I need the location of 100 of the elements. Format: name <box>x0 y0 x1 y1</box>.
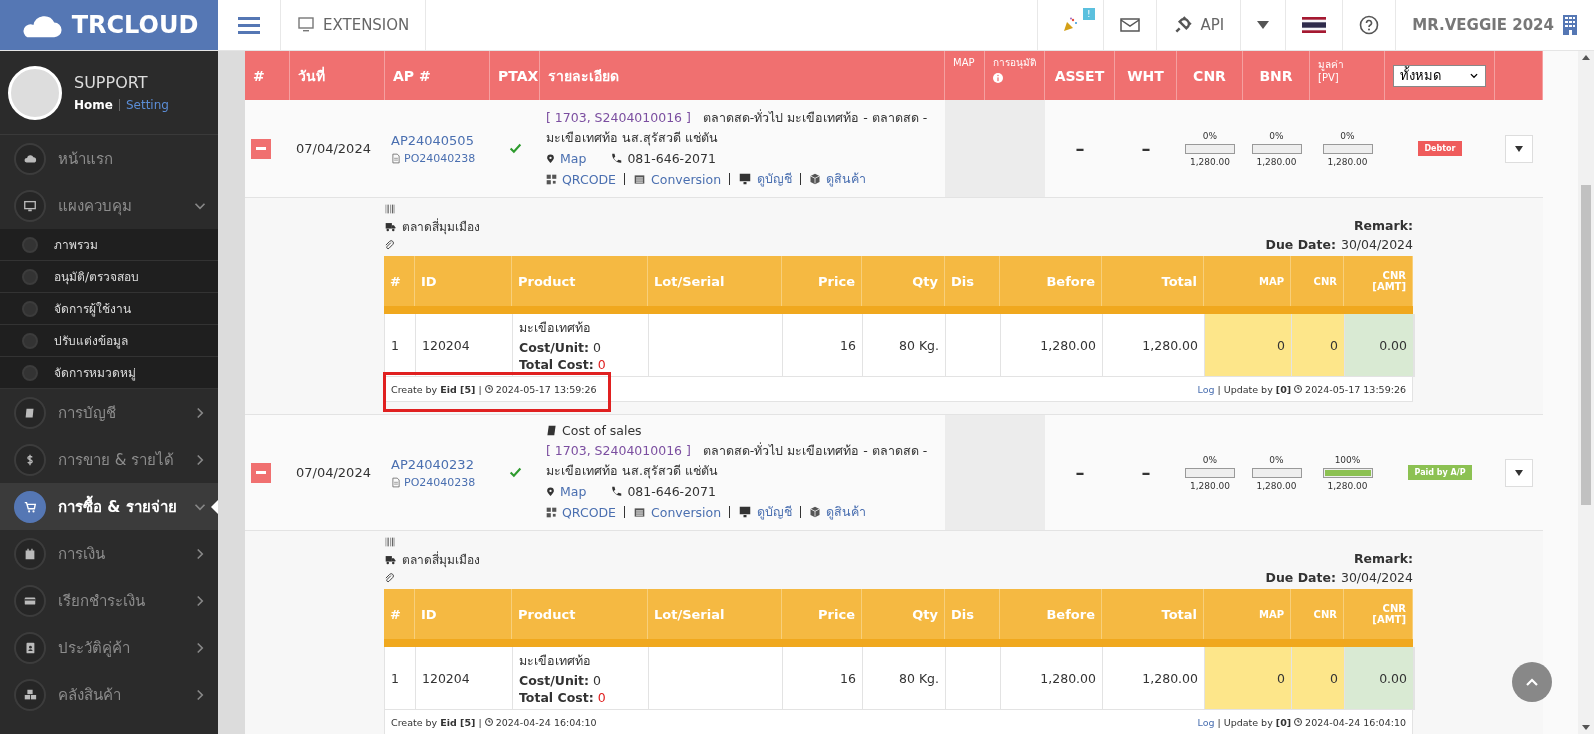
extension-button[interactable]: EXTENSION <box>281 0 427 50</box>
po-link[interactable]: PO24040238 <box>404 151 476 165</box>
submenu-item[interactable]: อนุมัติ/ตรวจสอบ <box>0 261 218 293</box>
menu-item[interactable]: การบัญชี <box>0 389 218 436</box>
column-header: BNR <box>1259 67 1293 84</box>
clock-icon <box>1294 718 1303 726</box>
cost-unit-text: Cost/Unit: 0 <box>519 340 601 355</box>
check-icon <box>508 466 522 479</box>
table-cell: 80 Kg. <box>899 337 939 353</box>
action-link[interactable]: Conversion <box>651 171 722 187</box>
caret-down-icon <box>1582 725 1590 730</box>
column-header: มูลค่า [PV] <box>1318 58 1345 83</box>
api-button[interactable]: API <box>1156 0 1242 50</box>
table-cell: 0 <box>1330 670 1338 686</box>
total-cost-text: Total Cost: 0 <box>519 357 606 372</box>
logo[interactable]: TRCLOUD <box>0 0 218 50</box>
table-cell: 1,280.00 <box>1040 670 1096 686</box>
amount-text: 1,280.00 <box>1256 480 1297 491</box>
table-cell: 120204 <box>422 670 470 686</box>
submenu-item[interactable]: จัดการหมวดหมู่ <box>0 357 218 389</box>
submenu-item[interactable]: จัดการผู้ใช้งาน <box>0 293 218 325</box>
amount-text: 1,280.00 <box>1327 480 1368 491</box>
product-name: มะเขือเทศท้อ <box>519 652 591 670</box>
column-header: CNR <box>1193 67 1226 84</box>
column-header: Product <box>518 273 576 289</box>
bullet-icon <box>22 300 38 317</box>
profile-link[interactable]: Home <box>74 98 113 112</box>
wht-value: – <box>1141 138 1151 159</box>
submenu-item[interactable]: ปรับแต่งข้อมูล <box>0 325 218 357</box>
caret-down-icon <box>1515 469 1523 476</box>
menu-item[interactable]: การเงิน <box>0 530 218 577</box>
updated-by-text: | Update by [0] <box>1217 383 1292 395</box>
action-link[interactable]: QRCODE <box>562 504 616 520</box>
wht-value: – <box>1141 462 1151 483</box>
phone-text: 081-646-2071 <box>627 484 716 499</box>
updated-by-text: | Update by [0] <box>1217 716 1292 728</box>
company-button[interactable]: MR.VEGGIE 2024 <box>1396 0 1594 50</box>
row-menu-button[interactable] <box>1505 458 1533 487</box>
created-by-text: Create by Eid [5] | <box>391 716 482 728</box>
action-link[interactable]: ดูสินค้า <box>826 502 867 522</box>
menu-button[interactable] <box>238 16 260 34</box>
menu-item[interactable]: การขาย & รายได้ <box>0 436 218 483</box>
map-link[interactable]: Map <box>560 484 587 499</box>
percent-text: 0% <box>1340 130 1355 141</box>
ap-link[interactable]: AP24040505 <box>391 132 474 148</box>
cart-icon <box>23 499 37 514</box>
user-name: SUPPORT <box>74 73 149 92</box>
menu-item[interactable]: เรียกชำระเงิน <box>0 577 218 624</box>
due-date-label: Due Date: <box>1265 237 1336 252</box>
column-header: การอนุมัติ <box>993 56 1036 70</box>
menu-item[interactable]: หน้าแรก <box>0 135 218 182</box>
column-header: # <box>390 606 401 622</box>
menu-item[interactable]: คลังสินค้า <box>0 671 218 718</box>
table-cell: 1,280.00 <box>1040 337 1096 353</box>
map-link[interactable]: Map <box>560 151 587 166</box>
date-text: 07/04/2024 <box>296 465 371 480</box>
paperclip-icon <box>384 572 394 583</box>
action-link[interactable]: ดูสินค้า <box>826 169 867 189</box>
column-header: MAP <box>953 57 975 68</box>
monitor-icon <box>738 506 753 518</box>
date-text: 07/04/2024 <box>296 141 371 156</box>
amount-text: 1,280.00 <box>1327 156 1368 167</box>
action-link[interactable]: QRCODE <box>562 171 616 187</box>
table-cell: 1 <box>391 670 399 686</box>
amount-text: 1,280.00 <box>1189 156 1231 167</box>
bullet-icon <box>22 364 38 381</box>
ap-link[interactable]: AP24040232 <box>391 456 474 472</box>
action-link[interactable]: ดูบัญชี <box>757 502 793 522</box>
table-cell: 16 <box>840 337 856 353</box>
bullet-icon <box>22 268 38 285</box>
menu-item[interactable]: ประวัติคู่ค้า <box>0 624 218 671</box>
asset-value: – <box>1075 462 1085 483</box>
monitor-icon <box>297 17 315 33</box>
profile-link[interactable]: Setting <box>125 98 169 112</box>
cube-icon <box>809 173 822 185</box>
column-header: Price <box>818 606 855 622</box>
menu-item[interactable]: แผงควบคุม <box>0 182 218 229</box>
collapse-button[interactable] <box>251 462 271 483</box>
column-header: CNR [AMT] <box>1372 603 1406 625</box>
column-header: Price <box>818 273 855 289</box>
action-link[interactable]: ดูบัญชี <box>757 169 793 189</box>
action-link[interactable]: Conversion <box>651 504 722 520</box>
table-cell: 0.00 <box>1379 670 1407 686</box>
submenu-item[interactable]: ภาพรวม <box>0 229 218 261</box>
collapse-button[interactable] <box>251 138 271 159</box>
log-link[interactable]: Log <box>1197 716 1215 728</box>
info-icon <box>993 73 1003 83</box>
amount-text: 1,280.00 <box>1189 480 1231 491</box>
filter-select[interactable]: ทั้งหมด <box>1393 64 1486 87</box>
map-pin-icon <box>546 152 555 165</box>
building-icon <box>1562 14 1578 36</box>
po-link[interactable]: PO24040238 <box>404 475 476 489</box>
total-cost-text: Total Cost: 0 <box>519 690 606 705</box>
bullet-icon <box>22 236 38 253</box>
row-menu-button[interactable] <box>1505 134 1533 163</box>
menu-item[interactable]: การซื้อ & รายจ่าย <box>0 483 218 530</box>
scrollbar[interactable] <box>1578 51 1594 734</box>
vendor-text: ตลาดสี่มุมเมือง <box>402 550 480 569</box>
log-link[interactable]: Log <box>1197 383 1215 395</box>
cost-unit-text: Cost/Unit: 0 <box>519 673 601 688</box>
